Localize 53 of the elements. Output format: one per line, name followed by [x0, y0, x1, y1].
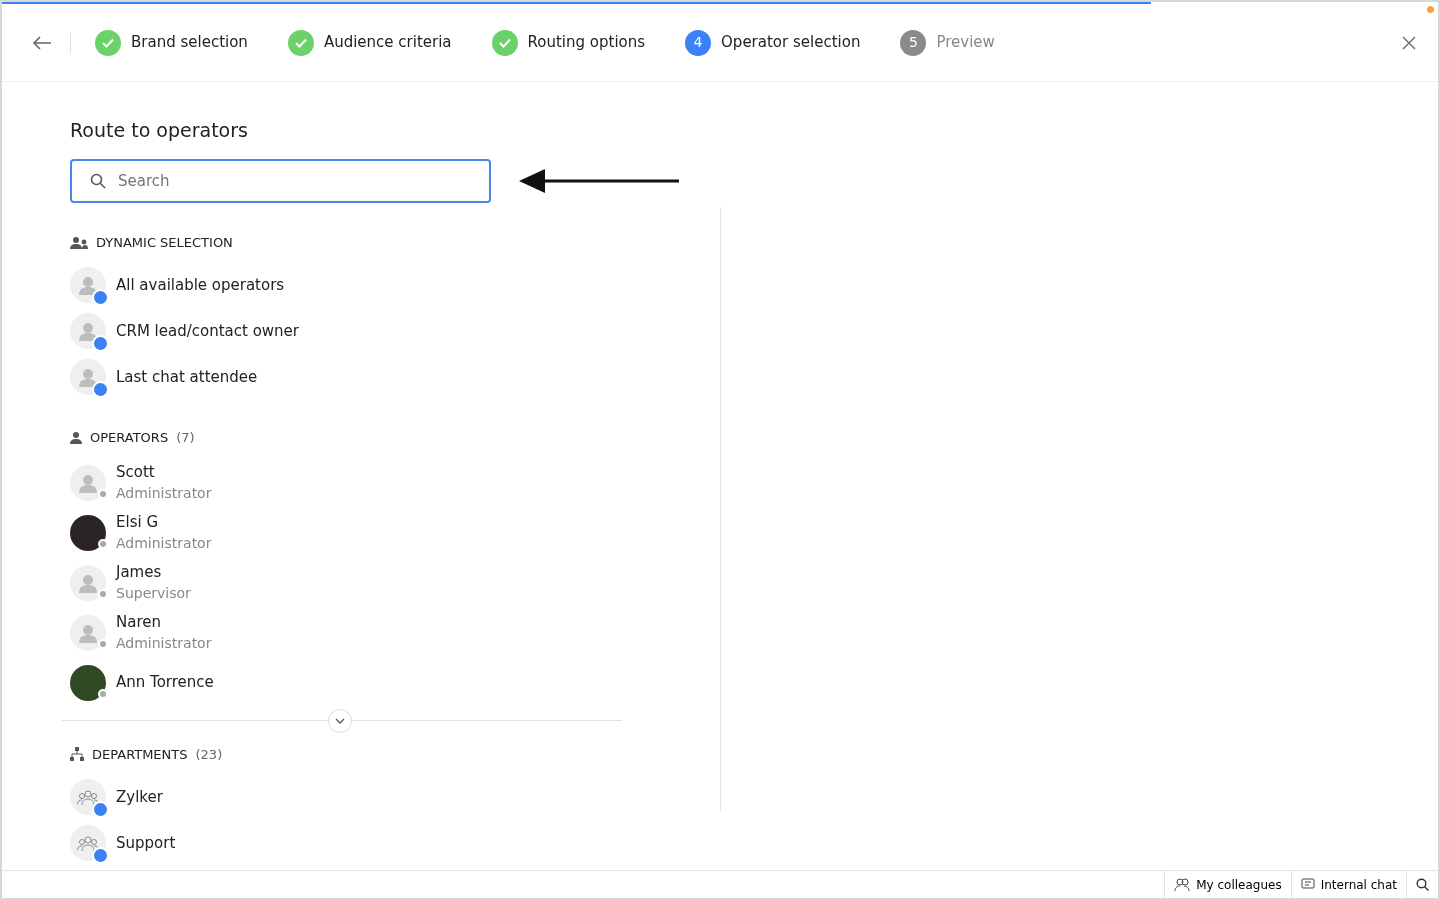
- check-icon: [294, 37, 307, 48]
- operator-name[interactable]: Elsi G: [116, 510, 212, 534]
- status-dot: [98, 538, 108, 549]
- section-heading: DYNAMIC SELECTION: [96, 233, 233, 252]
- person-icon: [70, 431, 82, 445]
- notification-dot: [1427, 6, 1434, 13]
- check-icon: [498, 37, 511, 48]
- operator-name[interactable]: Ann Torrence: [116, 671, 214, 694]
- page-title: Route to operators: [70, 118, 249, 143]
- option-name[interactable]: All available operators: [116, 273, 285, 297]
- section-heading: OPERATORS: [90, 429, 169, 447]
- operator-role: Administrator: [116, 484, 212, 504]
- status-dot: [98, 638, 108, 649]
- department-name[interactable]: Support: [116, 831, 176, 855]
- step-label[interactable]: Routing options: [527, 31, 646, 54]
- department-name[interactable]: Zylker: [116, 785, 163, 809]
- operator-name[interactable]: James: [116, 560, 191, 584]
- operator-name[interactable]: Scott: [116, 460, 212, 484]
- group-icon: [77, 788, 99, 806]
- section-count: (7): [176, 429, 195, 447]
- routing-badge: [92, 847, 109, 864]
- step-indicator: 5: [900, 29, 927, 56]
- routing-badge: [92, 381, 109, 398]
- chat-icon: [1300, 878, 1315, 891]
- step-label[interactable]: Audience criteria: [323, 31, 452, 54]
- section-count: (23): [195, 745, 223, 764]
- close-icon: [1402, 36, 1416, 50]
- option-name[interactable]: CRM lead/contact owner: [116, 319, 300, 343]
- routing-badge: [92, 801, 109, 818]
- operator-role: Administrator: [116, 634, 212, 654]
- people-icon: [70, 235, 88, 249]
- operator-role: Supervisor: [116, 584, 191, 604]
- status-dot: [98, 488, 108, 499]
- status-dot: [98, 688, 108, 699]
- search-icon: [1416, 878, 1429, 891]
- operator-name[interactable]: Naren: [116, 610, 212, 634]
- chevron-down-icon: [335, 717, 345, 724]
- group-icon: [77, 834, 99, 852]
- operator-role: Administrator: [116, 534, 212, 554]
- routing-badge: [92, 289, 109, 306]
- step-label[interactable]: Operator selection: [721, 31, 861, 54]
- routing-badge: [92, 335, 109, 352]
- step-label[interactable]: Preview: [936, 31, 995, 54]
- status-dot: [98, 588, 108, 599]
- hierarchy-icon: [70, 747, 84, 762]
- option-name[interactable]: Last chat attendee: [116, 365, 258, 389]
- people-icon: [1174, 877, 1191, 892]
- section-heading: DEPARTMENTS: [92, 745, 188, 764]
- search-field[interactable]: Search: [70, 158, 491, 203]
- back-arrow-icon: [32, 36, 52, 50]
- step-label[interactable]: Brand selection: [131, 31, 248, 54]
- step-indicator: 4: [685, 29, 712, 56]
- check-icon: [102, 37, 114, 48]
